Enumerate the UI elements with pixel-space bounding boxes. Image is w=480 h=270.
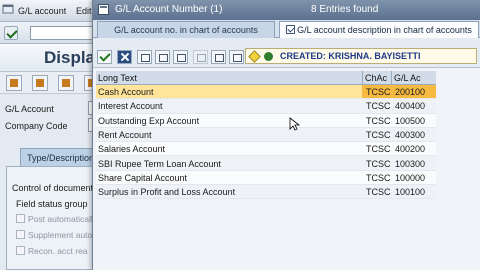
entries-found-count: 8 Entries found: [311, 4, 379, 15]
field-status-group-label: Field status group: [16, 199, 88, 209]
cell-chac: TCSC: [366, 187, 391, 198]
table-row[interactable]: Rent Account TCSC 400300: [96, 127, 436, 143]
table-row[interactable]: Outstanding Exp Account TCSC 100500: [96, 113, 436, 128]
cell-gl-account: 200100: [395, 87, 426, 97]
cell-gl-account: 100300: [395, 158, 426, 169]
gl-account-label: G/L Account: [5, 104, 54, 114]
created-by-text: CREATED: KRISHNA. BAYISETTI: [280, 51, 421, 61]
col-long-text[interactable]: Long Text: [98, 73, 137, 83]
print-icon[interactable]: [211, 50, 226, 64]
find-next-icon[interactable]: [155, 50, 170, 64]
menu-edit[interactable]: Edit: [76, 6, 92, 16]
table-row[interactable]: SBI Rupee Term Loan Account TCSC 100300: [96, 156, 436, 171]
dialog-title: G/L Account Number (1): [115, 4, 223, 15]
cell-chac: TCSC: [366, 129, 391, 140]
find-icon[interactable]: [137, 50, 152, 64]
cell-gl-account: 400300: [395, 129, 426, 140]
cell-long-text: Interest Account: [98, 101, 163, 112]
cell-long-text: Outstanding Exp Account: [98, 115, 200, 126]
search-help-dialog: G/L Account Number (1) 8 Entries found G…: [92, 0, 480, 270]
cell-chac: TCSC: [366, 101, 391, 112]
cell-chac: TCSC: [366, 115, 391, 126]
table-row[interactable]: Salaries Account TCSC 400200: [96, 142, 436, 157]
tab-checkmark-icon: [286, 25, 296, 34]
col-chac[interactable]: ChAc: [365, 73, 387, 83]
status-icon: [264, 52, 273, 61]
cell-gl-account: 100100: [395, 187, 426, 198]
mouse-cursor-icon: [289, 117, 301, 131]
post-auto-checkbox[interactable]: Post automatically: [16, 214, 97, 224]
app-button-1[interactable]: [6, 75, 22, 91]
table-row[interactable]: Share Capital Account TCSC 100000: [96, 170, 436, 186]
tab-type-description-label: Type/Description: [27, 153, 95, 163]
tab-gl-account-no[interactable]: G/L account no. in chart of accounts: [97, 21, 275, 38]
empty-area: [96, 200, 480, 270]
dialog-title-bar: G/L Account Number (1) 8 Entries found: [93, 0, 480, 20]
cell-long-text: Surplus in Profit and Loss Account: [98, 187, 236, 198]
tab-gl-account-description[interactable]: G/L account description in chart of acco…: [279, 21, 479, 38]
cell-long-text: Share Capital Account: [98, 172, 188, 183]
tab-gl-account-no-label: G/L account no. in chart of accounts: [114, 25, 258, 35]
cell-long-text: SBI Rupee Term Loan Account: [98, 158, 221, 169]
menu-gl-account[interactable]: G/L account: [18, 6, 66, 16]
company-code-label: Company Code: [5, 121, 68, 131]
cell-chac: TCSC: [366, 158, 391, 169]
warning-icon: [248, 50, 261, 63]
check-icon[interactable]: [97, 50, 112, 64]
sort-icon[interactable]: [173, 50, 188, 64]
cell-gl-account: 400400: [395, 101, 426, 112]
app-button-3[interactable]: [58, 75, 74, 91]
cell-long-text: Salaries Account: [98, 144, 166, 155]
cell-long-text: Cash Account: [98, 87, 154, 97]
command-field[interactable]: [30, 26, 100, 40]
table-header: Long Text ChAc G/L Ac: [96, 71, 436, 85]
cancel-icon[interactable]: [117, 50, 132, 64]
col-gl-ac[interactable]: G/L Ac: [394, 73, 421, 83]
cell-gl-account: 100000: [395, 172, 426, 183]
control-panel: Control of document Field status group P…: [6, 166, 102, 270]
cell-gl-account: 400200: [395, 144, 426, 155]
control-of-document-label: Control of document: [12, 183, 94, 193]
recon-account-checkbox[interactable]: Recon. acct rea: [16, 246, 88, 256]
cell-chac: TCSC: [366, 144, 391, 155]
table-row[interactable]: Interest Account TCSC 400400: [96, 99, 436, 114]
tab-type-description[interactable]: Type/Description: [20, 148, 96, 166]
supplement-auto-checkbox[interactable]: Supplement auto: [16, 230, 92, 240]
dialog-window-icon: [98, 4, 109, 15]
table-row[interactable]: Surplus in Profit and Loss Account TCSC 10…: [96, 185, 436, 200]
created-by-info: CREATED: KRISHNA. BAYISETTI: [245, 48, 477, 64]
filter-icon[interactable]: [193, 50, 208, 64]
tab-gl-account-description-label: G/L account description in chart of acco…: [297, 25, 472, 35]
cell-long-text: Rent Account: [98, 129, 152, 140]
dialog-tabs: G/L account no. in chart of accounts G/L…: [93, 20, 480, 38]
export-icon[interactable]: [229, 50, 244, 64]
cell-chac: TCSC: [366, 87, 391, 97]
cell-chac: TCSC: [366, 172, 391, 183]
app-button-2[interactable]: [32, 75, 48, 91]
cell-gl-account: 100500: [395, 115, 426, 126]
table-row[interactable]: Cash Account TCSC 200100: [96, 85, 436, 100]
enter-button[interactable]: [4, 26, 18, 40]
window-menu-icon[interactable]: [2, 3, 14, 15]
